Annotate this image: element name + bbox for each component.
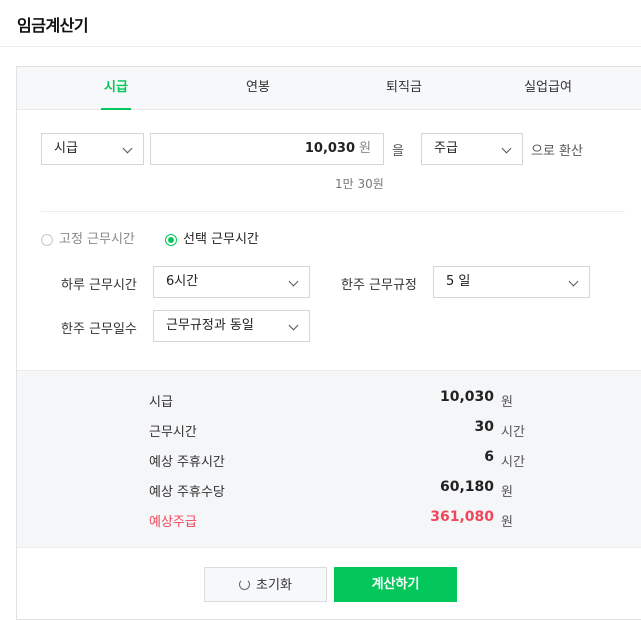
selected-hours-label: 선택 근무시간 [183,232,259,247]
result-value: 6 [484,449,494,465]
refresh-icon [239,579,251,590]
title-divider [0,46,641,47]
pay-type-select[interactable]: 시급 [41,133,144,165]
result-row-hourly: 시급 10,030 원 [17,389,641,410]
result-row-holiday-pay: 예상 주휴수당 60,180 원 [17,479,641,500]
target-type-select[interactable]: 주급 [421,133,523,165]
amount-unit: 원 [359,141,371,156]
chevron-down-icon [568,276,579,287]
radio-on-icon [165,234,177,246]
result-unit: 원 [501,515,513,530]
daily-hours-value: 6시간 [166,274,199,289]
chevron-down-icon [122,143,133,154]
result-label: 예상주급 [149,515,197,530]
result-label: 예상 주휴수당 [149,485,225,500]
result-row-holiday-hours: 예상 주휴시간 6 시간 [17,449,641,470]
tab-severance[interactable]: 퇴직금 [382,67,426,110]
target-type-value: 주급 [434,141,458,156]
radio-off-icon [41,234,53,246]
weekly-days-select[interactable]: 근무규정과 동일 [153,310,310,342]
daily-hours-select[interactable]: 6시간 [153,266,310,298]
reset-button[interactable]: 초기화 [204,567,327,602]
weekly-rule-label: 한주 근무규정 [341,278,417,293]
result-unit: 원 [501,395,513,410]
amount-korean-readout: 1만 30원 [335,177,384,191]
pay-type-value: 시급 [54,141,78,156]
result-unit: 시간 [501,425,525,440]
convert-suffix-label: 으로 환산 [531,144,583,159]
weekly-rule-select[interactable]: 5 일 [433,266,590,298]
calculate-button[interactable]: 계산하기 [334,567,457,602]
tab-annual[interactable]: 연봉 [243,67,273,110]
selected-hours-radio[interactable]: 선택 근무시간 [165,232,275,248]
amount-input[interactable]: 10,030 원 [150,133,384,165]
result-row-weekly-total: 예상주급 361,080 원 [17,509,641,530]
weekly-days-value: 근무규정과 동일 [166,318,254,333]
result-unit: 원 [501,485,513,500]
result-label: 근무시간 [149,425,197,440]
reset-label: 초기화 [256,578,292,593]
chevron-down-icon [288,276,299,287]
chevron-down-icon [288,320,299,331]
result-label: 시급 [149,395,173,410]
result-unit: 시간 [501,455,525,470]
amount-value: 10,030 [304,141,356,156]
calculator-card: 시급 연봉 퇴직금 실업급여 시급 10,030 원 을 주급 으로 환산 1만 … [16,66,641,620]
section-divider [41,211,625,212]
weekly-days-label: 한주 근무일수 [61,322,137,337]
fixed-hours-label: 고정 근무시간 [59,232,135,247]
result-value: 361,080 [430,509,494,525]
result-value: 10,030 [439,389,494,405]
particle-label: 을 [392,144,404,159]
tab-unemployment[interactable]: 실업급여 [518,67,578,110]
weekly-rule-value: 5 일 [446,274,471,289]
fixed-hours-radio[interactable]: 고정 근무시간 [41,232,151,248]
result-row-hours: 근무시간 30 시간 [17,419,641,440]
tab-bar: 시급 연봉 퇴직금 실업급여 [17,67,641,110]
chevron-down-icon [501,143,512,154]
result-label: 예상 주휴시간 [149,455,225,470]
result-value: 60,180 [439,479,494,495]
daily-hours-label: 하루 근무시간 [61,278,137,293]
page-title: 임금계산기 [17,16,89,35]
result-value: 30 [474,419,494,435]
result-panel: 시급 10,030 원 근무시간 30 시간 예상 주휴시간 6 시간 예상 주… [17,370,641,548]
tab-hourly[interactable]: 시급 [101,67,131,110]
